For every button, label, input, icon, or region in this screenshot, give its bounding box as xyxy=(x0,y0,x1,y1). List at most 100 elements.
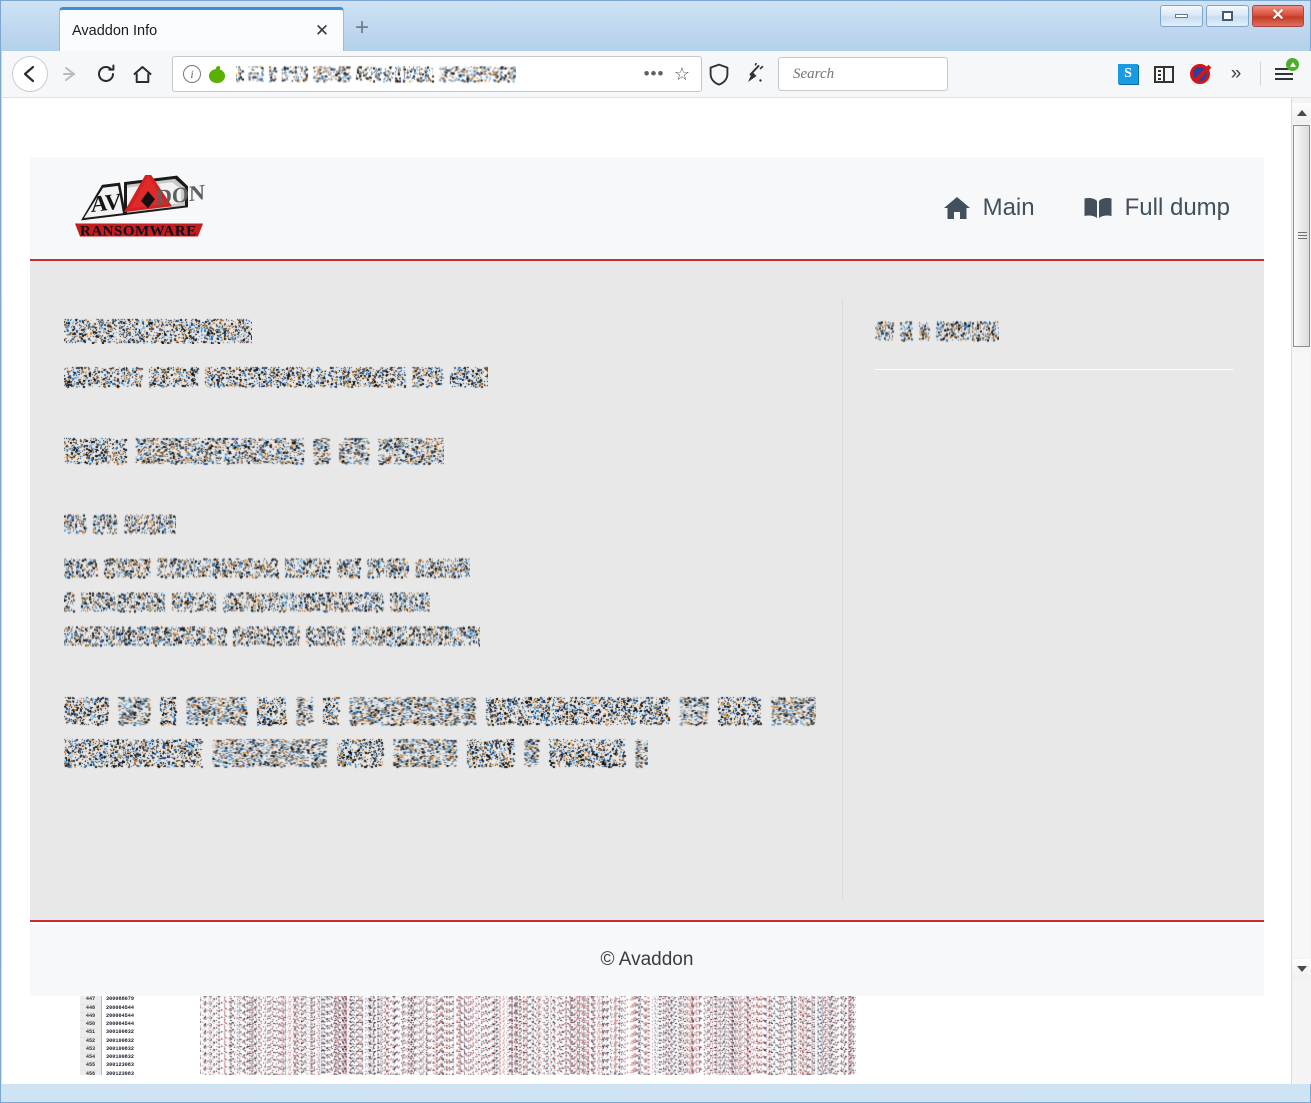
page-scrollbar[interactable] xyxy=(1291,98,1311,1084)
site-header: AV DON RANSOMWARE Main Full dump xyxy=(30,157,1264,261)
book-icon xyxy=(1084,198,1112,218)
screenshot-row-numbers: 4463000880794473000880794482000045444492… xyxy=(80,988,200,1075)
screenshot-row-number: 454 xyxy=(80,1054,102,1063)
site-information-icon[interactable]: i xyxy=(183,65,201,83)
reload-button[interactable] xyxy=(88,56,124,92)
content-side-column xyxy=(843,261,1264,920)
nav-full-dump-label: Full dump xyxy=(1124,194,1230,221)
browser-tab-avaddon-info[interactable]: Avaddon Info ✕ xyxy=(59,7,344,51)
screenshot-row: 450 200004544 xyxy=(80,1021,200,1030)
screenshot-row-number: 453 xyxy=(80,1045,102,1054)
home-icon xyxy=(133,65,151,83)
chevron-up-icon xyxy=(1296,110,1307,116)
screenshot-row-id: 300123083 xyxy=(106,1070,135,1076)
svg-text:RANSOMWARE: RANSOMWARE xyxy=(80,224,197,240)
screenshot-row-id: 300100832 xyxy=(106,1054,135,1060)
screenshot-row-number: 451 xyxy=(80,1029,102,1038)
search-input[interactable] xyxy=(793,65,973,83)
home-button[interactable] xyxy=(124,56,160,92)
screenshot-row: 456 300123083 xyxy=(80,1070,200,1076)
toolbar-overflow-button[interactable]: » xyxy=(1218,57,1254,91)
broom-icon xyxy=(748,62,764,82)
screenshot-row: 448 200004544 xyxy=(80,1004,200,1013)
screenshot-row-id: 300100832 xyxy=(106,1029,135,1036)
screenshot-row-id: 200004544 xyxy=(106,1004,135,1011)
screenshot-row-number: 455 xyxy=(80,1062,102,1071)
browser-toolbar: i ••• ☆ Search S » xyxy=(2,51,1311,98)
sidebar-divider xyxy=(875,369,1234,370)
section-body-line-2 xyxy=(64,590,842,614)
back-button[interactable] xyxy=(12,56,48,92)
screenshot-row-number: 448 xyxy=(80,1004,102,1013)
screenshot-row-id: 200004544 xyxy=(106,1021,135,1027)
toolbar-divider xyxy=(1260,62,1261,86)
scrollbar-thumb[interactable] xyxy=(1293,125,1310,347)
nav-main[interactable]: Main xyxy=(943,194,1035,222)
screenshot-row-id: 300100832 xyxy=(106,1045,135,1052)
screenshot-row-number: 450 xyxy=(80,1021,102,1030)
page-actions-button[interactable]: ••• xyxy=(639,64,669,84)
section-body-line-1 xyxy=(64,556,842,580)
maximize-icon xyxy=(1222,11,1233,21)
ext-library-icon[interactable] xyxy=(1146,57,1182,91)
ext-s-icon[interactable]: S xyxy=(1110,57,1146,91)
site-footer: © Avaddon xyxy=(30,924,1264,996)
content-main-column xyxy=(30,261,842,920)
scrollbar-track[interactable] xyxy=(1293,352,1310,957)
chevron-down-icon xyxy=(1296,966,1307,972)
onion-site-icon xyxy=(209,64,226,83)
screenshot-row-number: 456 xyxy=(80,1070,102,1075)
new-identity-broom-icon[interactable] xyxy=(736,57,770,91)
svg-text:AV: AV xyxy=(91,187,122,217)
shield-icon xyxy=(709,63,729,86)
description-line-2 xyxy=(64,736,842,770)
screenshot-row: 451 300100832 xyxy=(80,1029,200,1038)
app-menu-button[interactable] xyxy=(1267,57,1301,91)
scrollbar-down-button[interactable] xyxy=(1292,959,1311,979)
window-maximize-button[interactable] xyxy=(1206,5,1249,27)
arrow-left-icon xyxy=(23,65,35,83)
forward-button[interactable] xyxy=(52,56,88,92)
leaked-data-screenshot[interactable]: 4463000880794473000880794482000045444492… xyxy=(80,988,856,1075)
screenshot-row-number: 447 xyxy=(80,996,102,1005)
description-line-1 xyxy=(64,694,842,728)
nav-full-dump[interactable]: Full dump xyxy=(1083,194,1230,222)
victim-title xyxy=(64,318,842,344)
screenshot-row: 447 300088079 xyxy=(80,996,200,1005)
ext-noscript-icon[interactable] xyxy=(1182,57,1218,91)
bookmark-star-icon[interactable]: ☆ xyxy=(669,64,695,85)
url-text-redacted[interactable] xyxy=(236,64,639,84)
redacted-url-noise xyxy=(236,64,516,84)
victim-subtitle xyxy=(64,364,842,390)
window-close-button[interactable]: ✕ xyxy=(1252,5,1304,27)
nav-main-label: Main xyxy=(982,194,1035,221)
sidebar-heading xyxy=(875,319,1234,343)
screenshot-row-id: 300088079 xyxy=(106,996,135,1003)
section-heading xyxy=(64,512,842,536)
url-bar[interactable]: i ••• ☆ xyxy=(172,56,702,92)
screenshot-row-id: 200004544 xyxy=(106,1012,135,1019)
avaddon-logo: AV DON RANSOMWARE xyxy=(72,170,222,241)
scrollbar-up-button[interactable] xyxy=(1292,103,1311,123)
page-viewport: AV DON RANSOMWARE Main Full dump 447 300… xyxy=(2,98,1311,1084)
tab-title: Avaddon Info xyxy=(72,22,158,39)
screenshot-row: 449 200004544 xyxy=(80,1012,200,1021)
tracking-protection-shield-icon[interactable] xyxy=(702,57,736,91)
site-content: 4463000880794473000880794482000045444492… xyxy=(30,261,1264,1075)
home-icon xyxy=(943,197,970,219)
window-minimize-button[interactable] xyxy=(1160,5,1203,27)
tab-close-icon[interactable]: ✕ xyxy=(311,20,333,42)
site-nav: Main Full dump xyxy=(943,194,1230,222)
section-body-line-3 xyxy=(64,624,842,648)
screenshot-row: 452 300100832 xyxy=(80,1037,200,1046)
browser-window: Avaddon Info ✕ + ✕ i ••• ☆ Search S » AV… xyxy=(0,0,1311,1103)
screenshot-row: 455 300123083 xyxy=(80,1062,200,1071)
window-controls: ✕ xyxy=(1160,5,1304,27)
new-tab-button[interactable]: + xyxy=(349,14,375,41)
screenshot-row: 453 300100832 xyxy=(80,1045,200,1054)
arrow-right-icon xyxy=(63,67,75,81)
search-box[interactable] xyxy=(778,57,973,91)
screenshot-row: 454 300100832 xyxy=(80,1054,200,1063)
minimize-icon xyxy=(1175,14,1188,18)
window-titlebar: Avaddon Info ✕ + ✕ xyxy=(1,1,1310,51)
